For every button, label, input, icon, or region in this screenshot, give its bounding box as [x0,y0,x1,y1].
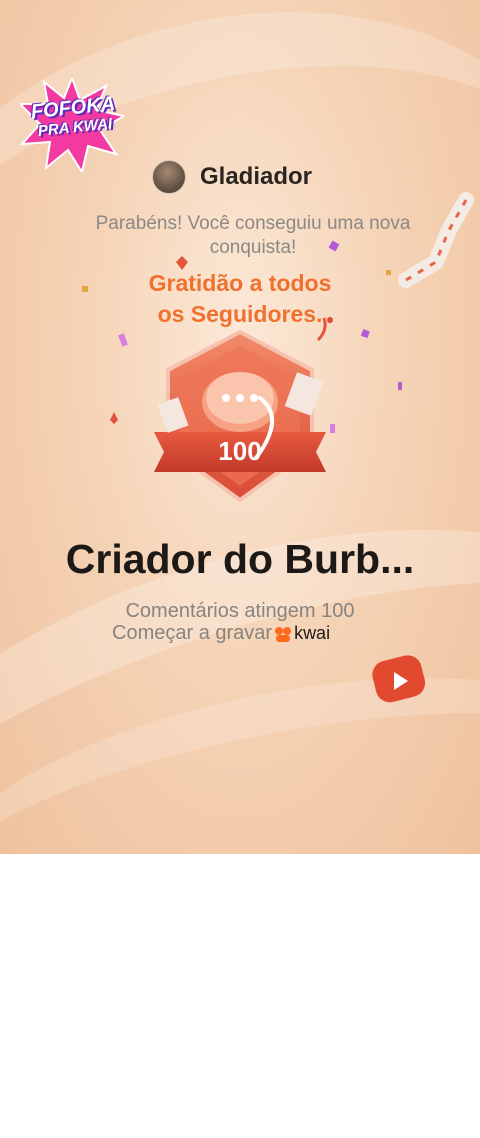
gratitude-line2: os Seguidores. [157,301,323,327]
kwai-icon [275,626,292,642]
achievement-badge: 100 [154,329,326,503]
record-button[interactable]: Começar a gravar kwai [112,622,330,645]
gratitude-line1: Gratidão a todos [148,270,332,296]
gratitude-overlay-text: Gratidão a todos os Seguidores. [100,268,380,330]
achievement-title: Criador do Burb... [65,536,415,582]
kwai-logo: kwai [274,623,330,644]
username: Gladiador [200,163,313,190]
record-label: Começar a gravar [112,622,273,644]
kwai-brand-text: kwai [294,623,331,643]
congrats-message: Parabéns! Você conseguiu uma nova conqui… [95,213,411,258]
achievement-description: Comentários atingem 100 [125,600,355,622]
play-button-decoration [372,655,426,703]
badge-number: 100 [218,436,261,466]
user-header[interactable]: Gladiador [152,160,312,194]
avatar[interactable] [152,160,186,194]
